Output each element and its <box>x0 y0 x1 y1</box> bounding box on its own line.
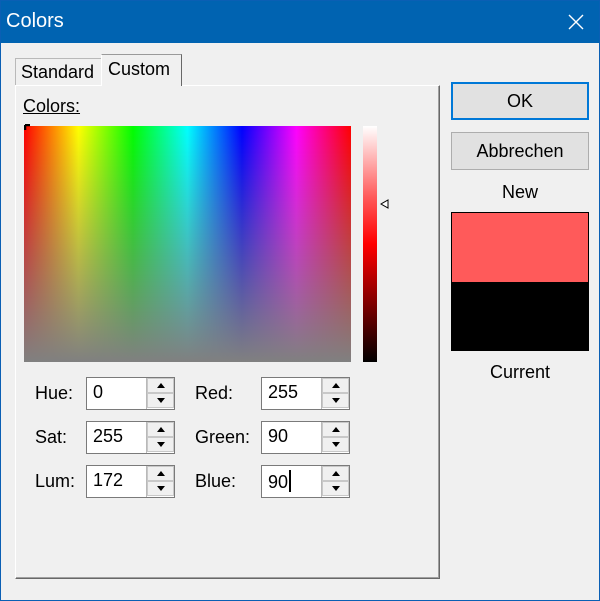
color-spectrum[interactable] <box>24 126 351 362</box>
blue-down-button[interactable] <box>322 481 349 496</box>
sat-spin-buttons <box>146 422 174 453</box>
arrow-down-icon <box>157 442 165 447</box>
hue-spin-buttons <box>146 378 174 409</box>
red-spin-buttons <box>321 378 349 409</box>
tab-standard-label: Standard <box>21 62 95 82</box>
text-caret <box>289 470 292 492</box>
hue-input[interactable]: 0 <box>93 382 103 403</box>
blue-up-button[interactable] <box>322 466 349 481</box>
cancel-button[interactable]: Abbrechen <box>451 132 589 170</box>
blue-spin-buttons <box>321 466 349 497</box>
new-color-swatch <box>452 213 588 282</box>
close-button[interactable] <box>553 1 599 43</box>
blue-stepper[interactable]: 90 <box>261 465 350 498</box>
close-icon <box>568 14 584 30</box>
red-stepper[interactable]: 255 <box>261 377 350 410</box>
arrow-down-icon <box>332 398 340 403</box>
title-bar: Colors <box>1 1 599 43</box>
hue-label: Hue: <box>35 383 74 403</box>
triangle-left-icon[interactable] <box>380 199 390 209</box>
ok-button[interactable]: OK <box>451 82 589 120</box>
hue-stepper[interactable]: 0 <box>86 377 175 410</box>
arrow-up-icon <box>332 383 340 388</box>
sat-up-button[interactable] <box>147 422 174 437</box>
arrow-down-icon <box>157 398 165 403</box>
green-up-button[interactable] <box>322 422 349 437</box>
arrow-up-icon <box>157 427 165 432</box>
green-down-button[interactable] <box>322 437 349 452</box>
red-up-button[interactable] <box>322 378 349 393</box>
window-title: Colors <box>6 10 64 32</box>
tab-standard[interactable]: Standard <box>15 58 102 86</box>
green-stepper[interactable]: 90 <box>261 421 350 454</box>
arrow-up-icon <box>157 471 165 476</box>
crosshair-icon <box>24 124 30 130</box>
sat-label: Sat: <box>35 427 68 447</box>
blue-input[interactable]: 90 <box>268 470 292 493</box>
hue-down-button[interactable] <box>147 393 174 408</box>
green-input[interactable]: 90 <box>268 426 288 447</box>
lum-input[interactable]: 172 <box>93 470 123 491</box>
red-input[interactable]: 255 <box>268 382 298 403</box>
hue-up-button[interactable] <box>147 378 174 393</box>
sat-down-button[interactable] <box>147 437 174 452</box>
lum-down-button[interactable] <box>147 481 174 496</box>
green-label: Green: <box>195 427 251 447</box>
sat-stepper[interactable]: 255 <box>86 421 175 454</box>
blue-label: Blue: <box>195 471 237 491</box>
arrow-down-icon <box>157 486 165 491</box>
tab-custom[interactable]: Custom <box>101 54 182 86</box>
new-label: New <box>501 182 538 202</box>
arrow-down-icon <box>332 486 340 491</box>
colors-label-text: Colors: <box>23 96 81 116</box>
luminosity-bar[interactable] <box>363 126 377 362</box>
arrow-up-icon <box>332 427 340 432</box>
lum-stepper[interactable]: 172 <box>86 465 175 498</box>
arrow-down-icon <box>332 442 340 447</box>
red-down-button[interactable] <box>322 393 349 408</box>
colors-label: Colors: <box>23 96 80 117</box>
red-label: Red: <box>195 383 234 403</box>
arrow-up-icon <box>157 383 165 388</box>
green-spin-buttons <box>321 422 349 453</box>
sat-input[interactable]: 255 <box>93 426 123 447</box>
tab-custom-label: Custom <box>108 59 171 79</box>
current-color-swatch <box>452 282 588 350</box>
arrow-up-icon <box>332 471 340 476</box>
color-preview <box>451 212 589 351</box>
lum-up-button[interactable] <box>147 466 174 481</box>
current-label: Current <box>489 362 551 382</box>
lum-spin-buttons <box>146 466 174 497</box>
lum-label: Lum: <box>35 471 76 491</box>
blue-input-value: 90 <box>268 472 289 492</box>
